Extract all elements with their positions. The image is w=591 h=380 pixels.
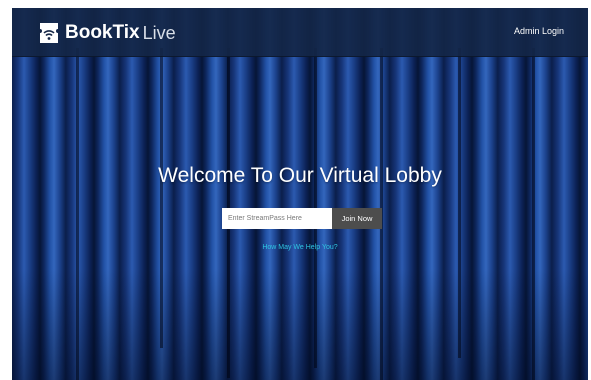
streampass-form: Join Now bbox=[222, 208, 382, 229]
welcome-title: Welcome To Our Virtual Lobby bbox=[158, 164, 442, 187]
lobby-page: BookTix Live Admin Login Welcome To Our … bbox=[12, 8, 588, 380]
join-now-button[interactable]: Join Now bbox=[332, 208, 382, 229]
hero-section: Welcome To Our Virtual Lobby Join Now Ho… bbox=[12, 8, 588, 380]
help-link[interactable]: How May We Help You? bbox=[12, 244, 588, 251]
streampass-input[interactable] bbox=[222, 208, 332, 229]
